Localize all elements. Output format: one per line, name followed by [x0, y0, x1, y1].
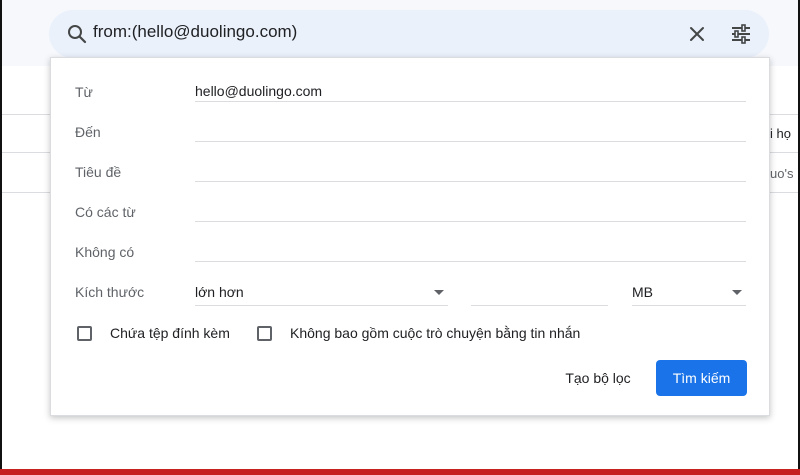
size-unit-select[interactable]: MB — [632, 284, 746, 306]
exclude-chats-label: Không bao gồm cuộc trò chuyện bằng tin n… — [290, 325, 581, 341]
size-operator-select[interactable]: lớn hơn — [195, 284, 448, 306]
search-options-button[interactable] — [719, 12, 763, 56]
size-unit-value: MB — [632, 284, 653, 300]
create-filter-button[interactable]: Tạo bộ lọc — [548, 360, 648, 396]
doesnt-have-label: Không có — [75, 244, 135, 260]
dropdown-arrow-icon — [434, 290, 444, 295]
clear-search-button[interactable] — [675, 12, 719, 56]
search-bar[interactable]: from:(hello@duolingo.com) — [49, 10, 769, 58]
exclude-chats-option[interactable]: Không bao gồm cuộc trò chuyện bằng tin n… — [257, 323, 580, 343]
background-email-snippet: i họ — [770, 126, 791, 141]
search-icon — [68, 25, 87, 44]
from-row: Từ — [51, 58, 771, 102]
advanced-search-panel: Từ Đến Tiêu đề Có các từ Không có Kích t… — [50, 57, 770, 416]
has-attachment-option[interactable]: Chứa tệp đính kèm — [77, 323, 230, 343]
exclude-chats-checkbox[interactable] — [257, 325, 272, 341]
subject-row: Tiêu đề — [51, 138, 771, 182]
has-attachment-checkbox[interactable] — [77, 325, 92, 341]
size-value-field[interactable] — [471, 284, 608, 306]
window-bottom-edge — [0, 469, 800, 475]
size-operator-value: lớn hơn — [195, 284, 244, 300]
window-edge — [0, 0, 2, 475]
doesnt-have-field[interactable] — [195, 240, 746, 262]
background-email-snippet: uo's — [770, 166, 794, 181]
search-query[interactable]: from:(hello@duolingo.com) — [93, 22, 297, 42]
close-icon — [690, 27, 704, 41]
tune-icon — [732, 24, 750, 44]
to-row: Đến — [51, 98, 771, 142]
size-label: Kích thước — [75, 284, 145, 300]
search-submit-button[interactable]: Tìm kiếm — [656, 360, 747, 396]
dropdown-arrow-icon — [732, 290, 742, 295]
doesnt-have-row: Không có — [51, 218, 771, 262]
has-attachment-label: Chứa tệp đính kèm — [110, 325, 230, 341]
has-words-row: Có các từ — [51, 178, 771, 222]
